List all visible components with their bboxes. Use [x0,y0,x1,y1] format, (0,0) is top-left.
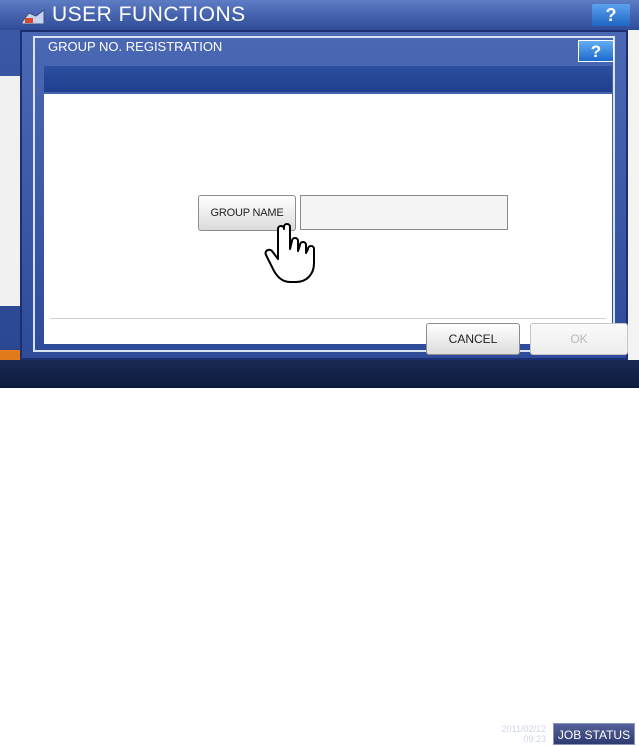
app-header: USER FUNCTIONS ? [0,0,639,30]
group-registration-dialog: GROUP NO. REGISTRATION ? GROUP NAME CANC… [20,30,628,360]
background-left-panel [0,76,20,306]
dialog-body: GROUP NAME CANCEL OK [44,94,628,355]
ok-button[interactable]: OK [530,323,628,355]
dialog-subheader-band [44,66,612,92]
background-right-panel [628,30,639,360]
pointer-hand-icon [264,223,315,283]
job-status-button[interactable]: JOB STATUS [553,723,635,745]
dialog-help-button[interactable]: ? [578,40,614,62]
dialog-divider [50,318,606,319]
group-name-field[interactable] [300,195,508,230]
user-functions-icon [21,9,45,25]
app-help-button[interactable]: ? [592,4,630,26]
date-time-display: 2011/02/12 09:23 [492,724,546,744]
app-title: USER FUNCTIONS [52,3,246,26]
background-orange-accent [0,350,20,360]
time-text: 09:23 [523,734,546,744]
status-bar: 2011/02/12 09:23 JOB STATUS [0,360,639,745]
dialog-title: GROUP NO. REGISTRATION [48,39,223,54]
cancel-button[interactable]: CANCEL [426,323,520,355]
date-text: 2011/02/12 [501,724,546,734]
